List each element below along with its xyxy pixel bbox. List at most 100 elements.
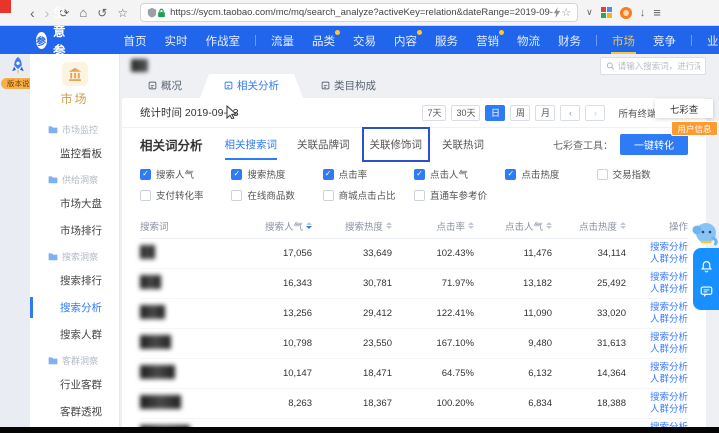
date-range-button-日[interactable]: 日 <box>485 105 505 121</box>
section-title: 相关词分析 <box>140 135 203 154</box>
one-click-convert-button[interactable]: 一键转化 <box>620 134 688 155</box>
word-tab-关联修饰词[interactable]: 关联修饰词 <box>370 129 423 160</box>
date-range-button-月[interactable]: 月 <box>535 105 555 121</box>
sidebar-item-行业客群[interactable]: 行业客群 <box>30 371 119 398</box>
prev-period-button[interactable]: ‹ <box>560 105 580 121</box>
column-label: 点击热度 <box>579 219 617 233</box>
action-link-人群分析[interactable]: 人群分析 <box>650 254 688 265</box>
tab-概况[interactable]: 概况 <box>130 74 200 98</box>
word-tab-相关搜索词[interactable]: 相关搜索词 <box>225 129 278 160</box>
metric-label: 点击率 <box>339 167 368 181</box>
metric-checkbox-直通车参考价[interactable]: 直通车参考价 <box>414 188 505 202</box>
sidebar-item-客群透视[interactable]: 客群透视 <box>30 398 119 425</box>
mouse-cursor <box>226 105 238 119</box>
page-star-icon[interactable]: ☆ <box>561 6 571 19</box>
column-header-点击率[interactable]: 点击率 <box>392 219 474 233</box>
action-link-搜索分析[interactable]: 搜索分析 <box>650 242 688 253</box>
action-link-搜索分析[interactable]: 搜索分析 <box>650 302 688 313</box>
action-link-人群分析[interactable]: 人群分析 <box>650 284 688 295</box>
search-input[interactable] <box>618 61 700 71</box>
word-tab-关联热词[interactable]: 关联热词 <box>442 129 484 160</box>
checkbox-icon <box>231 190 242 201</box>
navbar-item-交易[interactable]: 交易 <box>352 27 377 54</box>
word-tab-关联品牌词[interactable]: 关联品牌词 <box>297 129 350 160</box>
keyword-search-box[interactable] <box>600 57 706 75</box>
action-link-搜索分析[interactable]: 搜索分析 <box>650 392 688 403</box>
metric-cell: 29,412 <box>312 308 392 319</box>
addressbar-dropdown-icon[interactable]: ∨ <box>586 7 593 18</box>
column-header-搜索人气[interactable]: 搜索人气 <box>232 219 312 233</box>
metric-cell: 31,613 <box>552 338 626 349</box>
rocket-mascot-icon[interactable] <box>8 56 28 78</box>
metric-cell: 100.20% <box>392 398 474 409</box>
navbar-item-业务专区[interactable]: 业务专区 <box>706 27 719 54</box>
checkbox-icon <box>140 190 151 201</box>
navbar-item-作战室[interactable]: 作战室 <box>205 27 242 54</box>
history-button[interactable]: ↺ <box>97 6 107 20</box>
address-bar[interactable]: https://sycm.taobao.com/mc/mq/search_ana… <box>140 3 578 22</box>
metric-checkbox-点击人气[interactable]: ✓点击人气 <box>414 167 505 181</box>
sidebar-item-监控看板[interactable]: 监控看板 <box>30 140 119 167</box>
censored-search-term <box>140 335 171 349</box>
screen: ‹ › ⟳ ⌂ ↺ ☆ https://sycm.taobao.com/mc/m… <box>0 0 719 433</box>
action-link-搜索分析[interactable]: 搜索分析 <box>650 272 688 283</box>
action-link-人群分析[interactable]: 人群分析 <box>650 314 688 325</box>
metric-checkbox-搜索热度[interactable]: ✓搜索热度 <box>231 167 322 181</box>
metric-checkbox-点击率[interactable]: ✓点击率 <box>323 167 414 181</box>
censored-search-term <box>140 365 175 379</box>
navbar-item-物流[interactable]: 物流 <box>516 27 541 54</box>
navbar-item-流量[interactable]: 流量 <box>270 27 295 54</box>
navbar-item-实时[interactable]: 实时 <box>164 27 189 54</box>
bookmark-star-button[interactable]: ☆ <box>117 6 128 20</box>
back-button[interactable]: ‹ <box>30 6 35 20</box>
metric-cell: 13,182 <box>474 278 552 289</box>
action-link-人群分析[interactable]: 人群分析 <box>650 344 688 355</box>
navbar-item-内容[interactable]: 内容 <box>393 27 418 54</box>
date-range-button-7天[interactable]: 7天 <box>422 105 446 121</box>
user-info-button[interactable]: 用户信息 <box>671 121 718 136</box>
column-header-点击人气[interactable]: 点击人气 <box>474 219 552 233</box>
metric-checkbox-搜索人气[interactable]: ✓搜索人气 <box>140 167 231 181</box>
metric-checkbox-交易指数[interactable]: 交易指数 <box>597 167 688 181</box>
metric-checkbox-点击热度[interactable]: ✓点击热度 <box>505 167 596 181</box>
action-link-搜索分析[interactable]: 搜索分析 <box>650 362 688 373</box>
browser-menu-icon[interactable]: ≡ <box>653 5 661 20</box>
navbar-item-营销[interactable]: 营销 <box>475 27 500 54</box>
metric-checkbox-支付转化率[interactable]: 支付转化率 <box>140 188 231 202</box>
navbar-item-竞争[interactable]: 竞争 <box>652 27 677 54</box>
date-range-button-30天[interactable]: 30天 <box>451 105 480 121</box>
metric-label: 商城点击占比 <box>339 188 396 202</box>
metric-checkbox-在线商品数[interactable]: 在线商品数 <box>231 188 322 202</box>
navbar-item-首页[interactable]: 首页 <box>123 27 148 54</box>
next-period-button[interactable]: › <box>585 105 605 121</box>
sidebar-section-搜索洞察: 搜索洞察 <box>30 244 119 267</box>
metric-checkbox-商城点击占比[interactable]: 商城点击占比 <box>323 188 414 202</box>
extension-grid-icon[interactable] <box>601 7 612 18</box>
download-icon[interactable]: ↓ <box>640 7 646 19</box>
navbar-item-市场[interactable]: 市场 <box>611 27 636 54</box>
sidebar-item-市场大盘[interactable]: 市场大盘 <box>30 190 119 217</box>
navbar-item-服务[interactable]: 服务 <box>434 27 459 54</box>
bell-icon[interactable] <box>700 260 713 273</box>
tab-相关分析[interactable]: 相关分析 <box>200 74 303 98</box>
tab-类目构成[interactable]: 类目构成 <box>303 74 394 98</box>
home-button[interactable]: ⌂ <box>79 6 87 20</box>
metric-cell: 11,476 <box>474 248 552 259</box>
action-link-人群分析[interactable]: 人群分析 <box>650 374 688 385</box>
flash-plugin-icon[interactable] <box>553 7 561 18</box>
date-range-button-周[interactable]: 周 <box>510 105 530 121</box>
sidebar-item-搜索人群[interactable]: 搜索人群 <box>30 321 119 348</box>
metric-label: 直通车参考价 <box>430 188 487 202</box>
sidebar-item-搜索分析[interactable]: 搜索分析 <box>30 294 119 321</box>
sidebar-item-搜索排行[interactable]: 搜索排行 <box>30 267 119 294</box>
action-link-人群分析[interactable]: 人群分析 <box>650 404 688 415</box>
sidebar-item-市场排行[interactable]: 市场排行 <box>30 217 119 244</box>
navbar-item-财务[interactable]: 财务 <box>557 27 582 54</box>
column-header-点击热度[interactable]: 点击热度 <box>552 219 626 233</box>
search-term-cell <box>140 365 232 382</box>
action-link-搜索分析[interactable]: 搜索分析 <box>650 332 688 343</box>
chat-icon[interactable] <box>700 285 713 298</box>
extension-orange-icon[interactable] <box>620 7 632 19</box>
navbar-item-品类[interactable]: 品类 <box>311 27 336 54</box>
column-header-搜索热度[interactable]: 搜索热度 <box>312 219 392 233</box>
